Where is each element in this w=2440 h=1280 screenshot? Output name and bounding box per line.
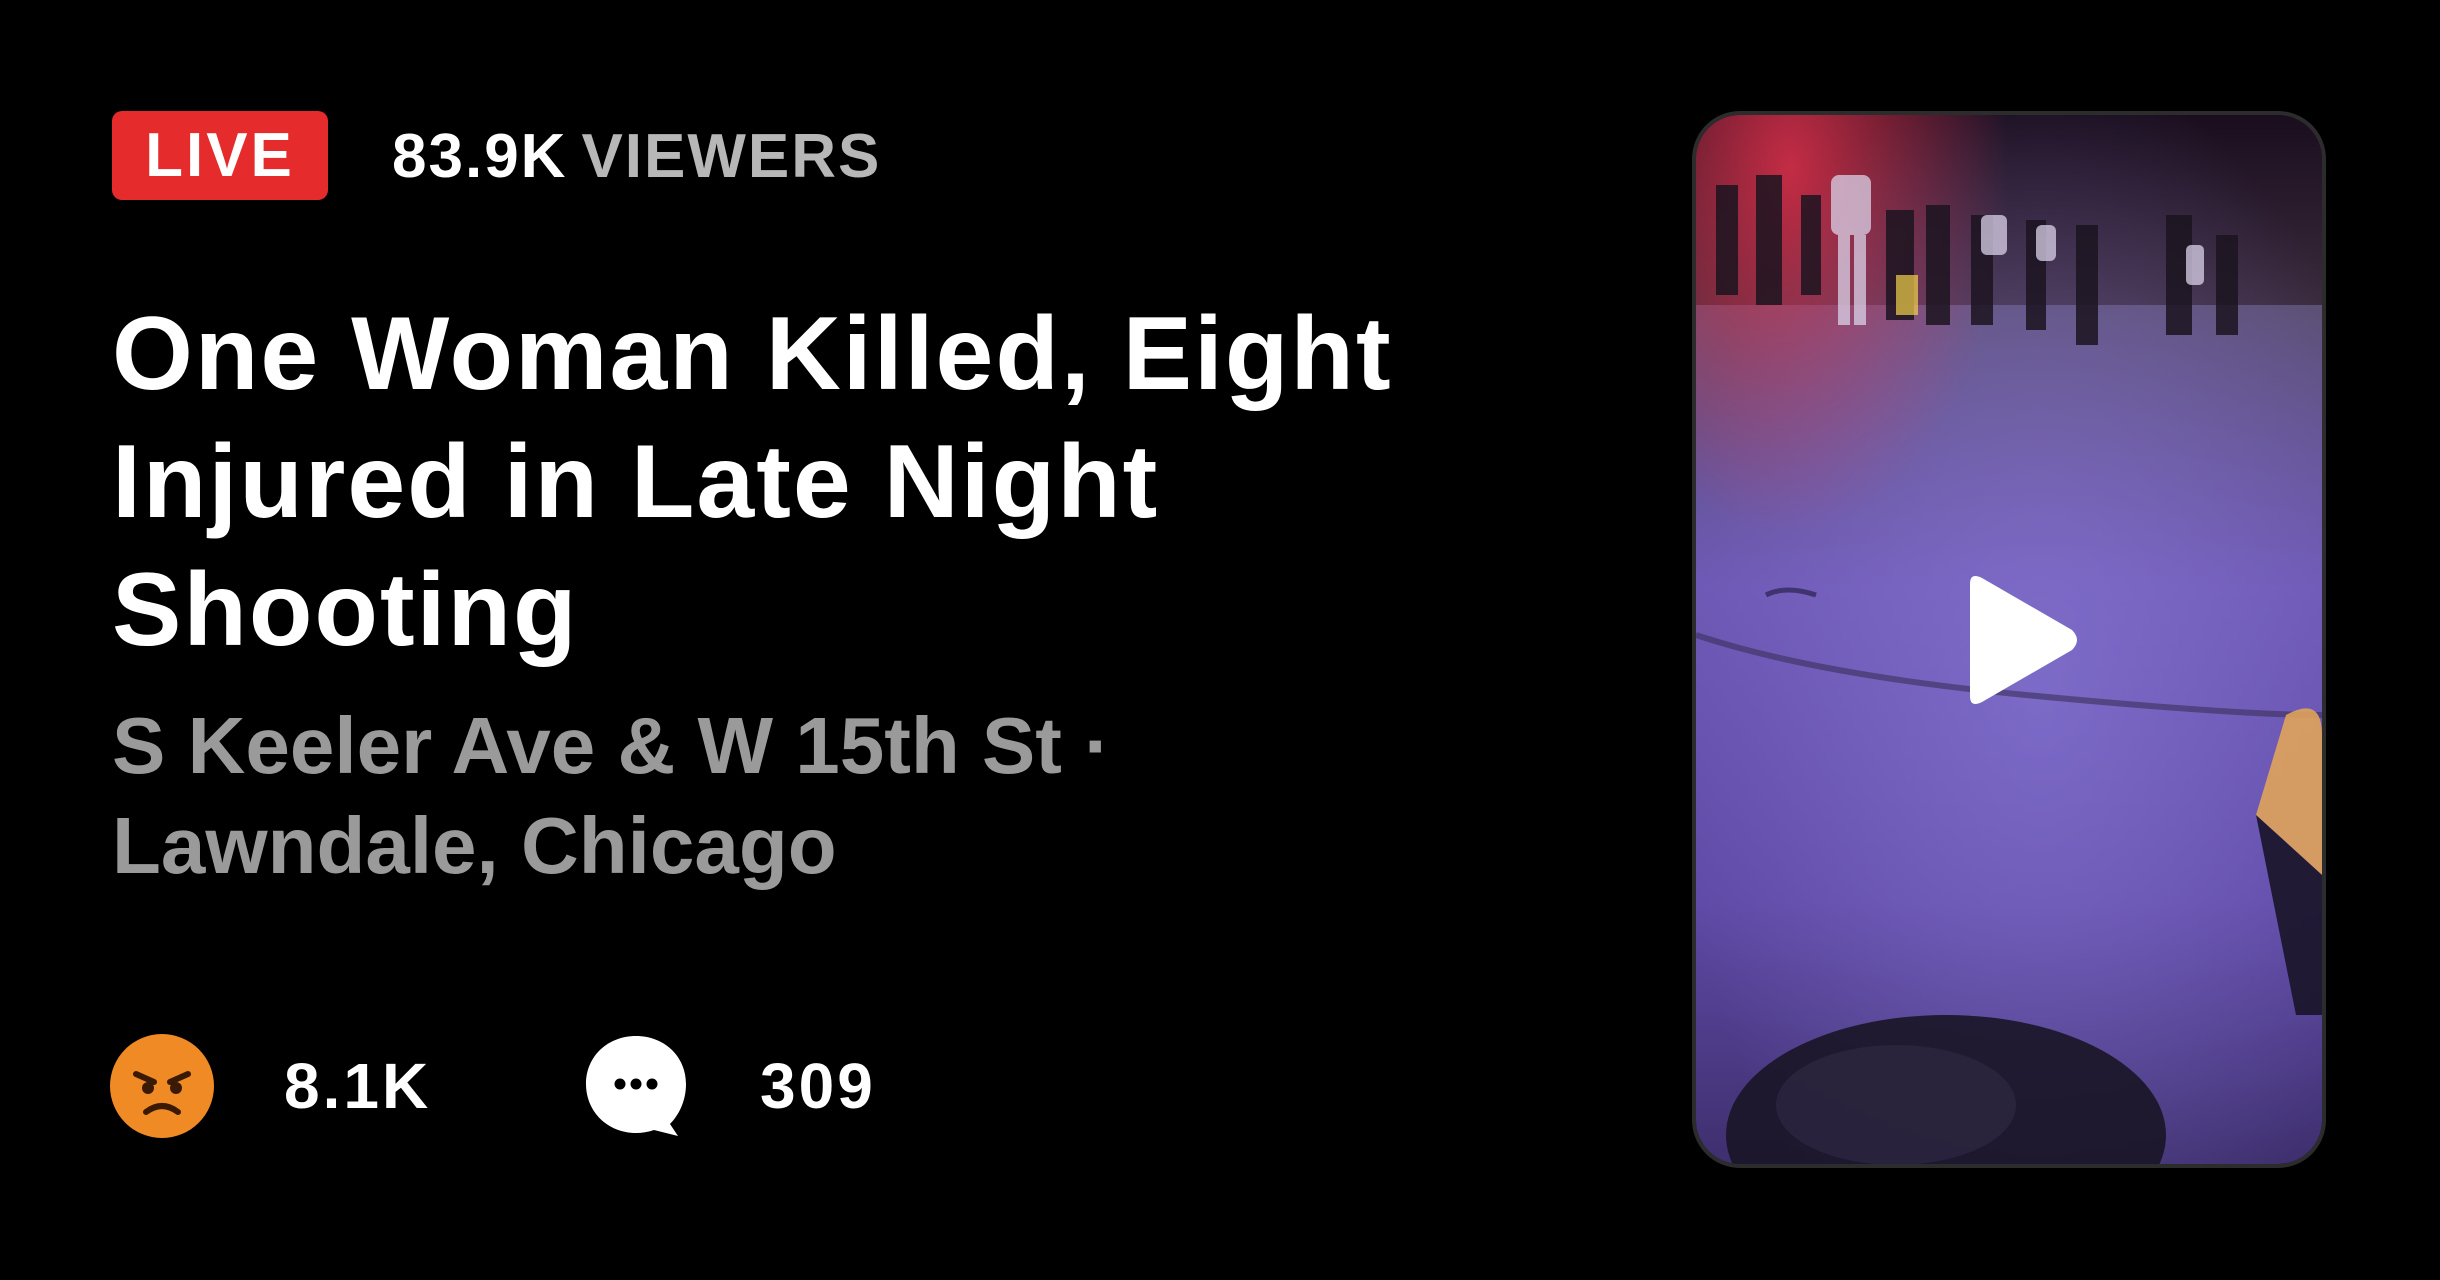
play-icon[interactable]: [1952, 570, 2082, 710]
angry-face-icon: [110, 1034, 214, 1138]
live-badge: LIVE: [112, 111, 328, 200]
comments-stat[interactable]: 309: [584, 1034, 876, 1138]
location-text: S Keeler Ave & W 15th St · Lawndale, Chi…: [112, 701, 1111, 890]
comments-count: 309: [760, 1050, 876, 1122]
reactions-count: 8.1K: [284, 1050, 432, 1122]
viewer-count-value: 83.9K: [392, 121, 568, 191]
reactions-stat[interactable]: 8.1K: [110, 1034, 431, 1138]
video-thumbnail[interactable]: [1692, 111, 2326, 1168]
viewer-count: 83.9K VIEWERS: [392, 118, 881, 194]
live-label: LIVE: [145, 121, 295, 190]
headline: One Woman Killed, Eight Injured in Late …: [112, 296, 1393, 668]
speech-bubble-icon: [586, 1036, 686, 1136]
viewer-count-unit: VIEWERS: [581, 121, 882, 191]
